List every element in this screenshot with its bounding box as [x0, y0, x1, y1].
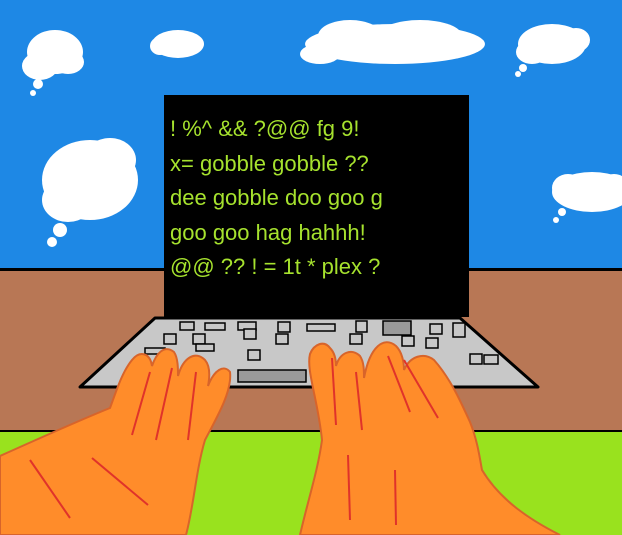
- screen-line: ! %^ && ?@@ fg 9!: [170, 116, 360, 141]
- screen-line: goo goo hag hahhh!: [170, 219, 366, 245]
- screen-line: dee gobble doo goo g: [170, 185, 383, 210]
- screen-line: @@ ?? ! = 1t * plex ?: [170, 254, 381, 279]
- scene: ! %^ && ?@@ fg 9! x= gobble gobble ?? dee …: [0, 0, 622, 535]
- screen-line: x= gobble gobble ??: [170, 150, 369, 176]
- screen-text: ! %^ && ?@@ fg 9! x= gobble gobble ?? dee …: [170, 112, 462, 285]
